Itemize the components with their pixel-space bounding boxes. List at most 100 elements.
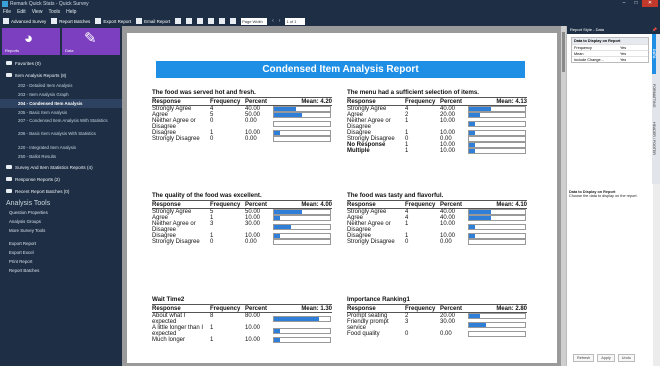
header-percent: Percent: [245, 99, 268, 105]
grid-row-value[interactable]: Yes: [620, 57, 626, 62]
export-report-button[interactable]: Export Report: [95, 18, 131, 24]
menu-tools[interactable]: Tools: [48, 8, 60, 16]
nav-favorites-label: Favorites (0): [15, 60, 41, 66]
question-header-row: Response Frequency Percent Mean: 4.10: [347, 200, 527, 209]
nav-response-reports[interactable]: Response Reports (2): [0, 173, 122, 185]
response-row: Food quality 0 0.00: [347, 331, 527, 337]
header-percent: Percent: [440, 306, 463, 312]
question-mean: Mean: 2.80: [496, 306, 527, 312]
layout-icon: [208, 18, 215, 24]
tool-analysis-groups[interactable]: Analysis Groups: [0, 217, 122, 226]
scroll-thumb[interactable]: [562, 32, 565, 72]
page-input[interactable]: 1 of 1: [285, 17, 306, 25]
response-percent: 30.00: [440, 319, 456, 325]
minimize-button[interactable]: –: [618, 0, 630, 7]
tool-export-report[interactable]: Export Report: [0, 239, 122, 248]
menu-file[interactable]: File: [3, 8, 11, 16]
response-row: Neither Agree or Disagree 0 0.00: [152, 118, 332, 130]
prev-page-icon[interactable]: ‹: [272, 18, 274, 24]
nav-report-202[interactable]: 202 - Detailed Item Analysis: [0, 81, 122, 90]
percent-bar-fill: [469, 107, 492, 111]
percent-bar: [468, 322, 526, 328]
response-row: Strongly Disagree 0 0.00: [152, 136, 332, 142]
percent-bar-fill: [274, 210, 302, 214]
tool-report-batches[interactable]: Report Batches: [0, 266, 122, 275]
report-batches-button[interactable]: Report Batches: [51, 18, 90, 24]
grid-row-value[interactable]: Yes: [620, 45, 626, 50]
properties-panel: Report Style - Data 📌 Data to Display on …: [566, 26, 660, 366]
maximize-button[interactable]: □: [630, 0, 642, 7]
next-page-icon[interactable]: ›: [279, 18, 281, 24]
close-button[interactable]: ✕: [642, 0, 658, 7]
header-response: Response: [347, 99, 376, 105]
reports-tile-label: Reports: [5, 48, 20, 53]
menu-view[interactable]: View: [32, 8, 43, 16]
nav-report-206[interactable]: 206 - Basic Item Analysis With Statistic…: [0, 130, 122, 143]
response-percent: 10.00: [440, 221, 456, 227]
zoom-select[interactable]: Page Width: [241, 17, 268, 25]
nav-item-analysis[interactable]: Item Analysis Reports (8): [0, 69, 122, 81]
export-icon: [95, 18, 102, 24]
report-batches-label: Report Batches: [59, 18, 91, 24]
menu-edit[interactable]: Edit: [17, 8, 26, 16]
percent-bar-fill: [274, 225, 291, 229]
sidebar: ◕ Reports ✎ Data Favorites (0) Item Anal…: [0, 26, 122, 366]
settings-button[interactable]: [186, 18, 193, 24]
undo-button[interactable]: Undo: [617, 354, 635, 362]
apply-button[interactable]: Apply: [597, 354, 615, 362]
header-percent: Percent: [440, 99, 463, 105]
zoom-in-button[interactable]: [219, 18, 226, 24]
nav-report-205[interactable]: 205 - Basic Item Analysis: [0, 108, 122, 117]
nav-report-250[interactable]: 250 - Ballot Results: [0, 152, 122, 161]
question-title: The food was served hot and fresh.: [152, 89, 256, 96]
reports-tile[interactable]: ◕ Reports: [2, 28, 60, 55]
tool-question-properties[interactable]: Question Properties: [0, 208, 122, 217]
question-block: The food was tasty and flavorful. Respons…: [347, 191, 527, 245]
folder-icon: [6, 189, 12, 193]
data-tile[interactable]: ✎ Data: [62, 28, 120, 55]
question-title: The quality of the food was excellent.: [152, 192, 262, 199]
header-response: Response: [152, 306, 181, 312]
percent-bar-cell: [273, 136, 332, 142]
layout-button[interactable]: [208, 18, 215, 24]
zoom-out-button[interactable]: [230, 18, 237, 24]
fit-button[interactable]: [197, 18, 204, 24]
response-label: About what I expected: [152, 313, 186, 325]
nav-favorites[interactable]: Favorites (0): [0, 57, 122, 69]
advanced-survey-button[interactable]: Advanced Survey: [3, 18, 46, 24]
nav-report-203[interactable]: 203 - Item Analysis Graph: [0, 90, 122, 99]
nav-report-204[interactable]: 204 - Condensed Item Analysis: [0, 99, 122, 108]
tool-print-report[interactable]: Print Report: [0, 257, 122, 266]
nav-survey-stats[interactable]: Survey And Item Statistics Reports (4): [0, 161, 122, 173]
tab-data[interactable]: DATA: [652, 34, 656, 74]
percent-bar: [468, 215, 526, 221]
response-label: Much longer: [152, 337, 186, 343]
percent-bar: [468, 331, 526, 337]
nav-report-207[interactable]: 207 - Condensed Item Analysis With Stati…: [0, 117, 122, 130]
tool-export-excel[interactable]: Export Excel: [0, 248, 122, 257]
response-percent: 80.00: [245, 313, 261, 319]
response-frequency: 1: [210, 325, 214, 331]
folder-icon: [6, 165, 12, 169]
grid-row-value[interactable]: Yes: [620, 51, 626, 56]
tool-more-survey-tools[interactable]: More Survey Tools: [0, 226, 122, 235]
menu-help[interactable]: Help: [66, 8, 76, 16]
nav-recent-batches[interactable]: Recent Report Batches (0): [0, 185, 122, 197]
response-frequency: 0: [210, 136, 214, 142]
percent-bar: [273, 224, 331, 230]
tab-formatting[interactable]: FORMATTING: [652, 76, 656, 116]
percent-bar-cell: [468, 118, 527, 130]
header-percent: Percent: [245, 306, 268, 312]
refresh-button[interactable]: Refresh: [573, 354, 595, 362]
nav-recent-batches-label: Recent Report Batches (0): [15, 188, 70, 194]
print-button[interactable]: [175, 18, 182, 24]
nav-report-220[interactable]: 220 - Integrated Item Analysis: [0, 143, 122, 152]
grid-row-include[interactable]: Include Change... Yes: [572, 56, 648, 62]
description-text: Choose the data to display on the report…: [569, 194, 638, 198]
tab-header-footer[interactable]: HEADER / FOOTER: [652, 118, 656, 158]
header-response: Response: [152, 202, 181, 208]
mode-tiles: ◕ Reports ✎ Data: [0, 26, 122, 57]
email-report-button[interactable]: Email Report: [136, 18, 170, 24]
grid-row-label: Frequency: [574, 46, 592, 50]
pin-icon[interactable]: 📌: [652, 26, 657, 34]
